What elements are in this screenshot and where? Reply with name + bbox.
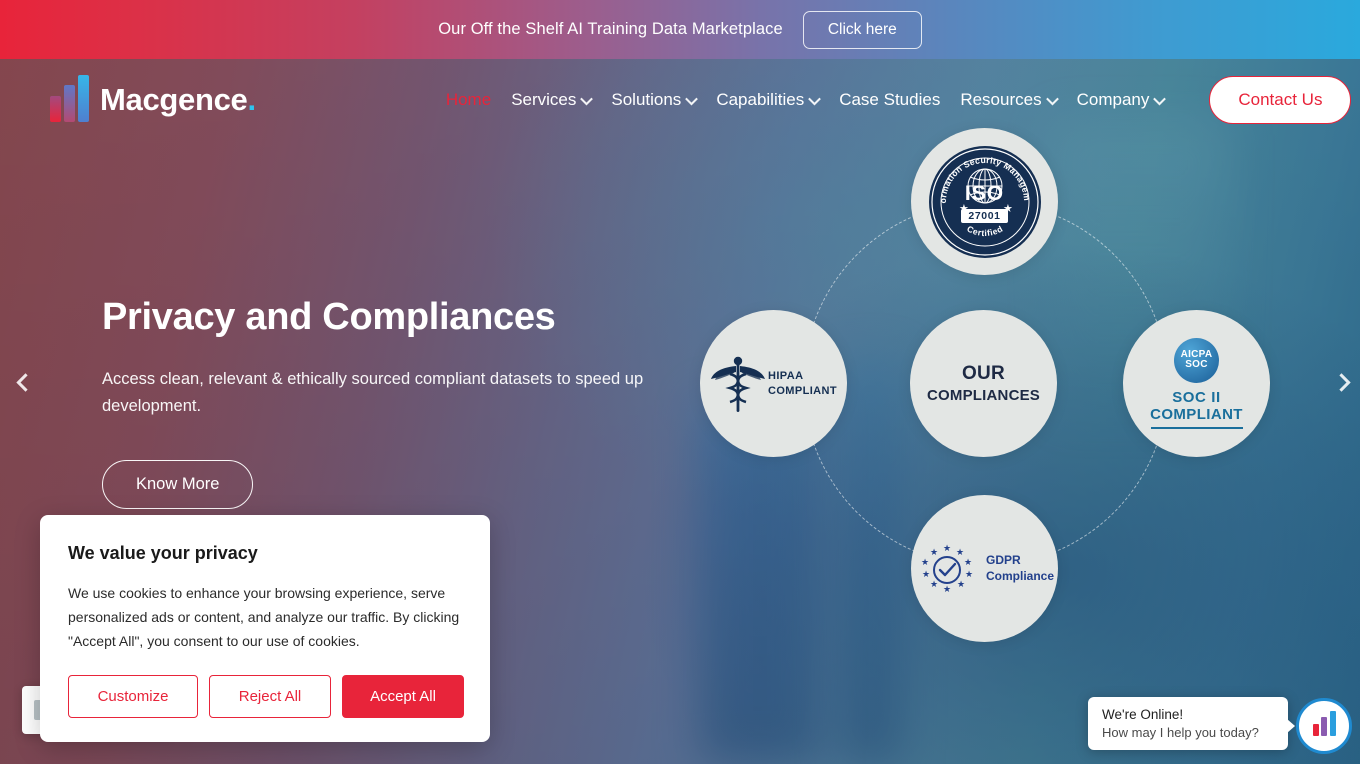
logo[interactable]: Macgence. xyxy=(50,75,256,122)
caduceus-icon xyxy=(711,356,765,412)
svg-text:★: ★ xyxy=(930,579,938,589)
badge-soc-ii-compliant: AICPA SOC SOC II COMPLIANT xyxy=(1123,310,1270,457)
svg-text:★: ★ xyxy=(1003,203,1013,215)
nav-label: Resources xyxy=(960,90,1042,109)
soc-label: SOC xyxy=(1185,359,1208,371)
chevron-down-icon xyxy=(1153,92,1167,105)
chat-launcher-button[interactable] xyxy=(1296,698,1352,754)
soc-line1: SOC II xyxy=(1172,388,1221,406)
gdpr-stars-check-icon: ★ ★ ★ ★ ★ ★ ★ ★ ★ ★ xyxy=(921,543,973,594)
nav-item-home[interactable]: Home xyxy=(446,90,491,110)
main-navigation: Home Services Solutions Capabilities Cas… xyxy=(446,76,1352,124)
nav-item-case-studies[interactable]: Case Studies xyxy=(839,90,940,110)
announcement-text: Our Off the Shelf AI Training Data Marke… xyxy=(438,20,783,38)
badge-iso-27001: Information Security Management Certifie… xyxy=(911,128,1058,275)
svg-text:★: ★ xyxy=(930,547,938,557)
badge-center-line1: OUR xyxy=(961,363,1006,384)
badge-gdpr-compliance: ★ ★ ★ ★ ★ ★ ★ ★ ★ ★ GDPR Compliance xyxy=(911,495,1058,642)
customize-button[interactable]: Customize xyxy=(68,675,198,719)
chevron-left-icon xyxy=(15,372,35,392)
svg-text:★: ★ xyxy=(943,584,951,594)
hipaa-line2: COMPLIANT xyxy=(768,384,837,397)
badge-hipaa-compliant: HIPAA COMPLIANT xyxy=(700,310,847,457)
know-more-button[interactable]: Know More xyxy=(102,460,254,510)
svg-text:★: ★ xyxy=(964,557,972,567)
gdpr-line2: Compliance xyxy=(985,568,1054,583)
compliance-badge-cluster: OUR COMPLIANCES Information Security Man… xyxy=(700,128,1270,643)
cookie-body-text: We use cookies to enhance your browsing … xyxy=(68,585,460,650)
svg-text:★: ★ xyxy=(959,203,969,215)
chevron-down-icon xyxy=(808,92,822,105)
hipaa-line1: HIPAA xyxy=(768,369,804,382)
hipaa-text: HIPAA COMPLIANT xyxy=(768,369,837,399)
carousel-prev-arrow[interactable] xyxy=(8,365,42,399)
cookie-buttons: Customize Reject All Accept All xyxy=(68,675,464,719)
nav-label: Services xyxy=(511,90,577,109)
cookie-title: We value your privacy xyxy=(68,543,258,563)
gdpr-line1: GDPR xyxy=(985,552,1021,567)
site-header: Macgence. Home Services Solutions Capabi… xyxy=(0,59,1360,141)
hero-title: Privacy and Compliances xyxy=(102,296,556,338)
chevron-down-icon xyxy=(580,92,594,105)
chat-prompt-text: How may I help you today? xyxy=(1102,725,1259,740)
click-here-button[interactable]: Click here xyxy=(802,10,922,49)
accept-all-button[interactable]: Accept All xyxy=(342,675,464,719)
chevron-right-icon xyxy=(1331,372,1351,392)
svg-text:★: ★ xyxy=(957,579,965,589)
hero-content: Privacy and Compliances Access clean, re… xyxy=(102,296,702,510)
chat-tooltip[interactable]: We're Online! How may I help you today? xyxy=(1088,697,1295,750)
nav-item-capabilities[interactable]: Capabilities xyxy=(716,90,822,110)
nav-item-resources[interactable]: Resources xyxy=(960,90,1059,110)
gdpr-text: GDPR Compliance xyxy=(986,553,1054,584)
brand-dot: . xyxy=(247,82,257,117)
contact-us-button[interactable]: Contact Us xyxy=(1209,76,1352,124)
chat-logo-bar-icon xyxy=(1329,711,1336,736)
chat-logo-bar-icon xyxy=(1321,717,1327,736)
logo-bars-icon xyxy=(50,75,89,122)
badge-center-line2: COMPLIANCES xyxy=(926,387,1041,404)
nav-label: Solutions xyxy=(611,90,682,109)
nav-label: Case Studies xyxy=(839,90,941,109)
svg-text:★: ★ xyxy=(965,569,973,579)
iso-seal-icon: Information Security Management Certifie… xyxy=(928,145,1041,258)
nav-item-services[interactable]: Services xyxy=(511,90,594,110)
announcement-bar: Our Off the Shelf AI Training Data Marke… xyxy=(0,0,1360,59)
nav-label: Capabilities xyxy=(716,90,805,109)
badge-our-compliances: OUR COMPLIANCES xyxy=(910,310,1057,457)
chevron-down-icon xyxy=(1045,92,1059,105)
logo-text: Macgence. xyxy=(100,82,256,118)
chat-logo-bar-icon xyxy=(1312,724,1319,736)
soc-line2: COMPLIANT xyxy=(1150,405,1243,423)
iso-seal-svg: Information Security Management Certifie… xyxy=(929,146,1039,256)
nav-item-company[interactable]: Company xyxy=(1076,90,1167,110)
reject-all-button[interactable]: Reject All xyxy=(209,675,331,719)
svg-text:★: ★ xyxy=(943,543,951,553)
svg-text:★: ★ xyxy=(921,557,929,567)
svg-text:★: ★ xyxy=(956,547,964,557)
brand-name: Macgence xyxy=(100,82,248,117)
carousel-next-arrow[interactable] xyxy=(1324,365,1358,399)
nav-item-solutions[interactable]: Solutions xyxy=(611,90,699,110)
hero-subtitle: Access clean, relevant & ethically sourc… xyxy=(102,370,644,415)
aicpa-soc-icon: AICPA SOC xyxy=(1174,337,1219,383)
chat-status-text: We're Online! xyxy=(1102,707,1184,722)
nav-label: Home xyxy=(445,90,492,109)
svg-text:Certified: Certified xyxy=(965,223,1004,238)
nav-label: Company xyxy=(1076,90,1150,109)
cookie-consent-dialog: We value your privacy We use cookies to … xyxy=(40,515,490,743)
soc-underline xyxy=(1150,426,1243,430)
chevron-down-icon xyxy=(685,92,699,105)
svg-text:★: ★ xyxy=(922,569,930,579)
